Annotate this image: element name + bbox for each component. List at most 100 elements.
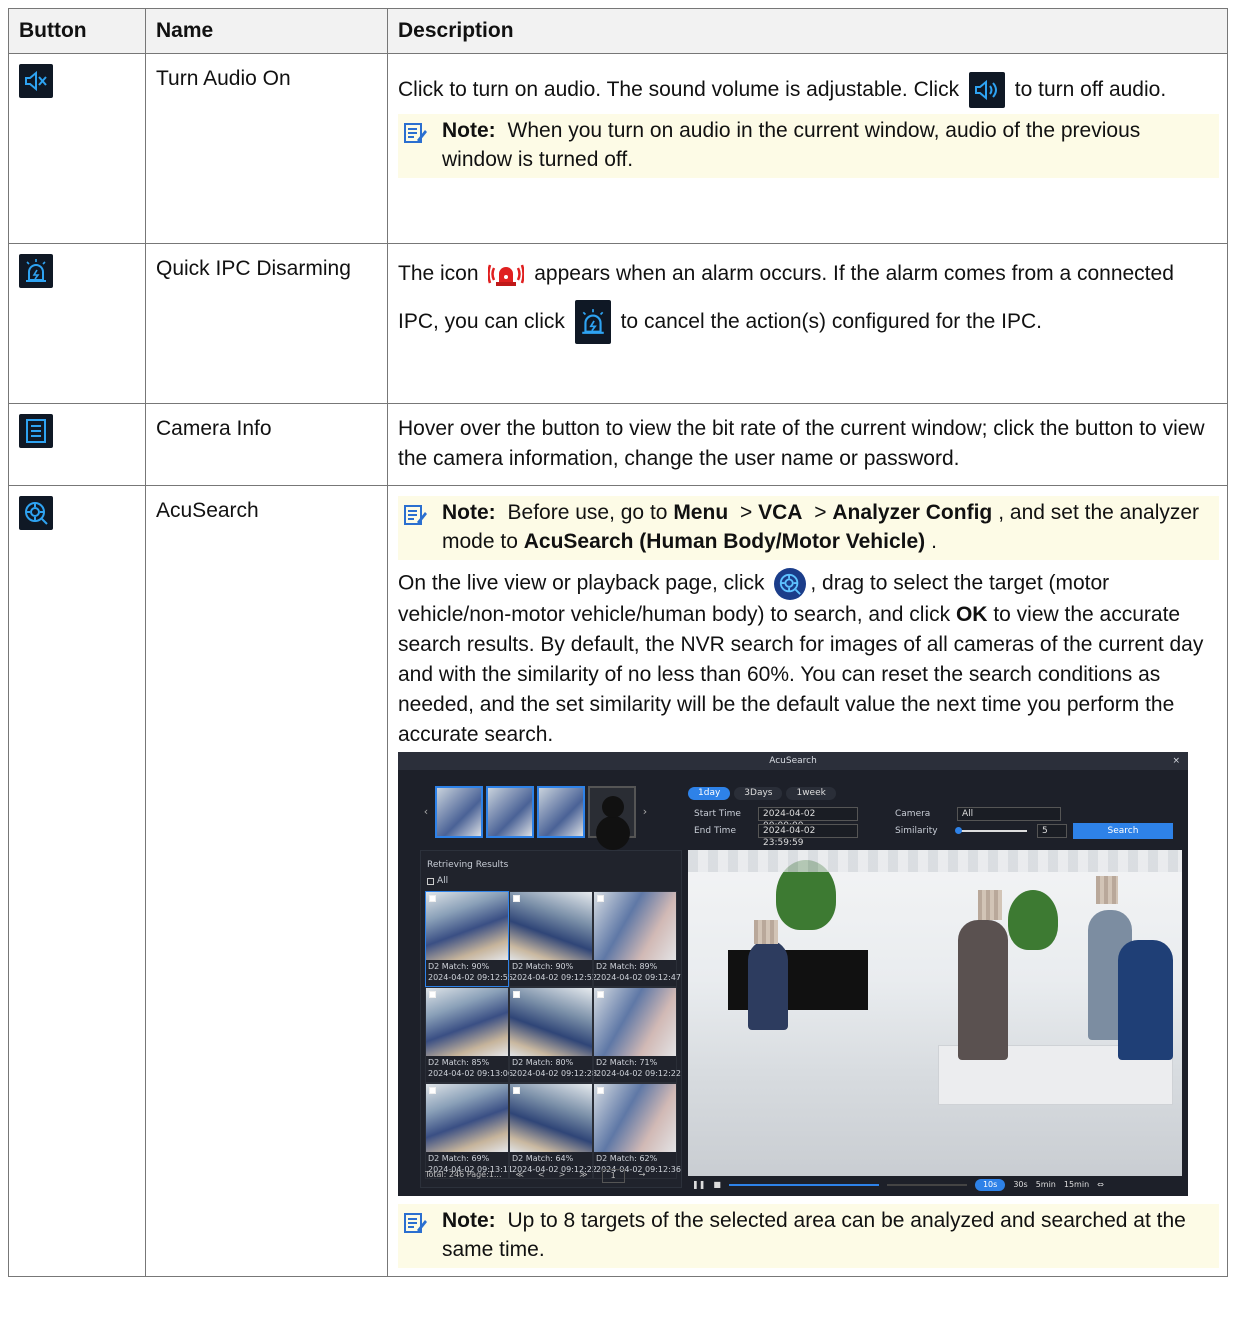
pause-icon[interactable]: ❚❚ xyxy=(692,1179,705,1191)
result-checkbox[interactable] xyxy=(597,1087,604,1094)
scale-10s[interactable]: 10s xyxy=(974,1179,1006,1191)
note-label: Note: xyxy=(442,119,496,143)
result-channel: D2 xyxy=(512,962,524,971)
result-time: 2024-04-02 09:12:55 xyxy=(428,973,513,982)
desc-text: to turn off audio. xyxy=(1014,78,1167,101)
search-button[interactable]: Search xyxy=(1073,823,1173,839)
target-thumbnail[interactable] xyxy=(435,786,483,838)
go-page-button[interactable]: → xyxy=(639,1169,646,1183)
result-card[interactable]: D2 Match: 71% 2024-04-02 09:12:22 xyxy=(593,987,681,1083)
results-panel: Retrieving Results All D2 Match: 90% 2024… xyxy=(420,850,682,1188)
stop-icon[interactable]: ■ xyxy=(713,1179,721,1191)
acusearch-icon xyxy=(774,568,807,600)
result-checkbox[interactable] xyxy=(429,991,436,998)
result-info: D2 Match: 90% 2024-04-02 09:12:55 xyxy=(426,960,513,984)
result-time: 2024-04-02 09:12:28 xyxy=(512,1069,597,1078)
tab-1day[interactable]: 1day xyxy=(688,787,731,800)
pager: Total: 246 Page:1... ≪ < > ≫ 1 → xyxy=(425,1169,645,1183)
alarm-light-icon xyxy=(19,254,53,288)
result-image[interactable] xyxy=(594,892,676,960)
person-graphic xyxy=(958,920,1008,1060)
acusearch-icon xyxy=(19,496,53,530)
tab-1week[interactable]: 1week xyxy=(786,787,836,800)
first-page-button[interactable]: ≪ xyxy=(516,1169,524,1183)
start-time-field[interactable]: 2024-04-02 00:00:00 xyxy=(758,807,858,831)
result-card[interactable]: D2 Match: 80% 2024-04-02 09:12:28 xyxy=(509,987,597,1083)
target-thumbnails: ‹ › xyxy=(420,782,678,842)
prev-page-button[interactable]: < xyxy=(538,1169,545,1183)
camera-row: Camera All xyxy=(895,807,1061,821)
description-cell: Hover over the button to view the bit ra… xyxy=(387,403,1228,486)
result-image[interactable] xyxy=(426,988,508,1056)
select-all-checkbox[interactable] xyxy=(427,877,434,885)
note-label: Note: xyxy=(442,501,496,524)
results-header: Retrieving Results xyxy=(427,859,508,871)
similarity-slider[interactable] xyxy=(955,827,1027,834)
result-card[interactable]: D2 Match: 85% 2024-04-02 09:13:06 xyxy=(425,987,513,1083)
result-info: D2 Match: 71% 2024-04-02 09:12:22 xyxy=(594,1056,681,1080)
mute-icon xyxy=(19,64,53,98)
result-card[interactable]: D2 Match: 69% 2024-04-02 09:13:11 xyxy=(425,1083,513,1179)
progress-bar[interactable] xyxy=(728,1184,879,1186)
menu-path-separator: > xyxy=(814,501,827,524)
result-image[interactable] xyxy=(594,1084,676,1152)
result-checkbox[interactable] xyxy=(513,1087,520,1094)
end-time-field[interactable]: 2024-04-02 23:59:59 xyxy=(758,824,858,848)
camera-select[interactable]: All xyxy=(957,807,1061,821)
end-time-label: End Time xyxy=(694,826,736,836)
next-page-button[interactable]: > xyxy=(559,1169,566,1183)
result-checkbox[interactable] xyxy=(429,895,436,902)
volume-bar[interactable] xyxy=(886,1184,967,1186)
result-image[interactable] xyxy=(594,988,676,1056)
result-card[interactable]: D2 Match: 90% 2024-04-02 09:12:55 xyxy=(425,891,513,987)
result-info: D2 Match: 90% 2024-04-02 09:12:52 xyxy=(510,960,597,984)
button-cell xyxy=(8,53,146,244)
speaker-on-icon xyxy=(968,72,1005,109)
result-info: D2 Match: 89% 2024-04-02 09:12:47 xyxy=(594,960,681,984)
result-checkbox[interactable] xyxy=(429,1087,436,1094)
description-cell: Click to turn on audio. The sound volume… xyxy=(387,53,1228,244)
playback-video[interactable] xyxy=(688,850,1182,1176)
name-cell: Quick IPC Disarming xyxy=(145,243,388,404)
result-card[interactable]: D2 Match: 90% 2024-04-02 09:12:52 xyxy=(509,891,597,987)
tab-3days[interactable]: 3Days xyxy=(734,787,783,800)
description-cell: Note: Before use, go to Menu > VCA > Ana… xyxy=(387,485,1228,1277)
result-card[interactable]: D2 Match: 62% 2024-04-02 09:12:36 xyxy=(593,1083,681,1179)
result-channel: D2 xyxy=(428,1058,440,1067)
desc-text: On the live view or playback page, click xyxy=(398,571,765,595)
target-thumbnail[interactable] xyxy=(486,786,534,838)
scale-15min[interactable]: 15min xyxy=(1064,1179,1089,1191)
result-info: D2 Match: 85% 2024-04-02 09:13:06 xyxy=(426,1056,513,1080)
fit-icon[interactable]: ⇔ xyxy=(1097,1179,1104,1191)
end-time-row: End Time 2024-04-02 23:59:59 xyxy=(694,824,858,848)
next-arrow-icon[interactable]: › xyxy=(639,806,651,818)
result-card[interactable]: D2 Match: 89% 2024-04-02 09:12:47 xyxy=(593,891,681,987)
result-checkbox[interactable] xyxy=(597,991,604,998)
result-image[interactable] xyxy=(510,1084,592,1152)
page-input[interactable]: 1 xyxy=(601,1169,625,1183)
target-thumbnail[interactable] xyxy=(537,786,585,838)
result-image[interactable] xyxy=(426,892,508,960)
result-image[interactable] xyxy=(426,1084,508,1152)
similarity-input[interactable]: 5 xyxy=(1037,824,1067,838)
result-time: 2024-04-02 09:13:06 xyxy=(428,1069,513,1078)
scale-5min[interactable]: 5min xyxy=(1036,1179,1056,1191)
result-card[interactable]: D2 Match: 64% 2024-04-02 09:12:22 xyxy=(509,1083,597,1179)
result-match: Match: 80% xyxy=(525,1058,574,1067)
scale-30s[interactable]: 30s xyxy=(1013,1179,1027,1191)
last-page-button[interactable]: ≫ xyxy=(579,1169,587,1183)
result-time: 2024-04-02 09:12:47 xyxy=(596,973,681,982)
person-graphic xyxy=(748,940,788,1030)
acusearch-screenshot: AcuSearch × ‹ › 1day 3Days 1week Start T… xyxy=(398,752,1188,1196)
result-channel: D2 xyxy=(596,1058,608,1067)
target-placeholder[interactable] xyxy=(588,786,636,838)
select-all[interactable]: All xyxy=(427,875,448,887)
prev-arrow-icon[interactable]: ‹ xyxy=(420,806,432,818)
result-checkbox[interactable] xyxy=(513,895,520,902)
result-image[interactable] xyxy=(510,988,592,1056)
result-checkbox[interactable] xyxy=(597,895,604,902)
result-image[interactable] xyxy=(510,892,592,960)
result-checkbox[interactable] xyxy=(513,991,520,998)
analyzer-mode: AcuSearch (Human Body/Motor Vehicle) xyxy=(523,530,926,553)
close-icon[interactable]: × xyxy=(1172,752,1180,770)
